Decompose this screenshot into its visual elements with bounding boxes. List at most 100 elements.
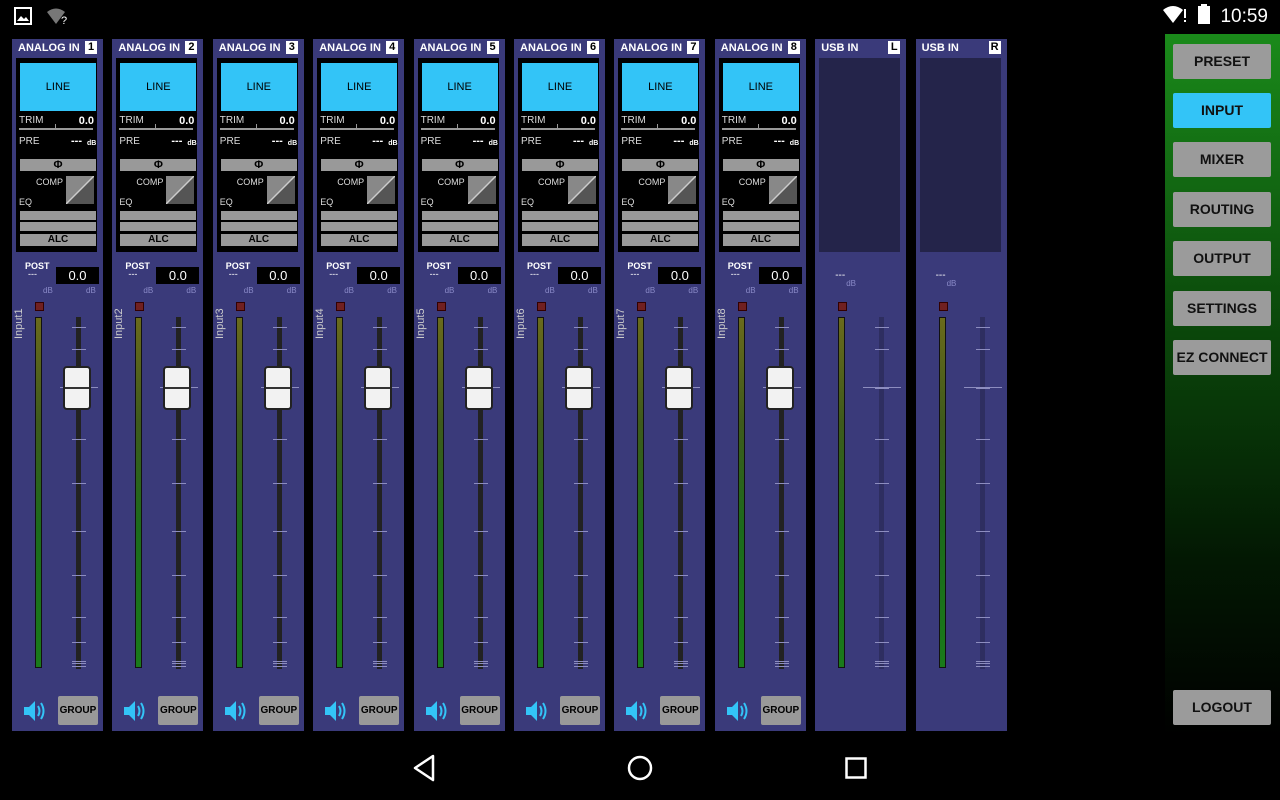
comp-graph[interactable] [668, 176, 697, 204]
post-fader-value[interactable]: 0.0 [357, 267, 401, 284]
ez-connect-button[interactable]: EZ CONNECT [1173, 340, 1271, 375]
trim-value[interactable]: 0.0 [480, 115, 495, 127]
eq-bar[interactable] [20, 211, 96, 220]
speaker-icon[interactable] [624, 698, 650, 724]
trim-value[interactable]: 0.0 [380, 115, 395, 127]
logout-button[interactable]: LOGOUT [1173, 690, 1271, 725]
line-input-button[interactable]: LINE [120, 63, 197, 111]
fader-knob[interactable] [464, 366, 493, 410]
fader-knob[interactable] [665, 366, 694, 410]
line-input-button[interactable]: LINE [321, 63, 398, 111]
fader-knob[interactable] [163, 366, 192, 410]
mixer-button[interactable]: MIXER [1173, 142, 1271, 177]
line-input-button[interactable]: LINE [220, 63, 297, 111]
alc-button[interactable]: ALC [421, 234, 498, 246]
back-icon[interactable] [412, 754, 436, 787]
phase-button[interactable]: Φ [120, 159, 197, 171]
home-icon[interactable] [627, 755, 653, 786]
line-input-button[interactable]: LINE [421, 63, 498, 111]
eq-bar[interactable] [321, 211, 398, 220]
routing-button[interactable]: ROUTING [1173, 192, 1271, 227]
eq-bar[interactable] [220, 222, 297, 231]
eq-bar[interactable] [522, 222, 598, 231]
alc-button[interactable]: ALC [722, 234, 799, 246]
comp-graph[interactable] [568, 176, 596, 204]
eq-bar[interactable] [622, 211, 699, 220]
post-fader-value[interactable]: 0.0 [658, 267, 702, 284]
post-fader-value[interactable]: 0.0 [558, 267, 601, 284]
input-button[interactable]: INPUT [1173, 93, 1271, 128]
line-input-button[interactable]: LINE [20, 63, 96, 111]
group-button[interactable]: GROUP [760, 696, 801, 725]
comp-graph[interactable] [768, 176, 797, 204]
phase-button[interactable]: Φ [622, 159, 699, 171]
trim-slider[interactable] [521, 128, 595, 130]
group-button[interactable]: GROUP [359, 696, 400, 725]
speaker-icon[interactable] [122, 698, 148, 724]
fader-knob[interactable] [63, 366, 91, 410]
eq-bar[interactable] [722, 211, 799, 220]
fader-knob[interactable] [765, 366, 794, 410]
post-fader-value[interactable]: 0.0 [256, 267, 300, 284]
post-fader-value[interactable]: 0.0 [758, 267, 802, 284]
preset-button[interactable]: PRESET [1173, 44, 1271, 79]
trim-slider[interactable] [119, 128, 194, 130]
speaker-icon[interactable] [22, 698, 48, 724]
line-input-button[interactable]: LINE [722, 63, 799, 111]
group-button[interactable]: GROUP [258, 696, 299, 725]
alc-button[interactable]: ALC [120, 234, 197, 246]
phase-button[interactable]: Φ [522, 159, 598, 171]
eq-bar[interactable] [220, 211, 297, 220]
speaker-icon[interactable] [524, 698, 550, 724]
speaker-icon[interactable] [323, 698, 349, 724]
eq-bar[interactable] [20, 222, 96, 231]
alc-button[interactable]: ALC [321, 234, 398, 246]
alc-button[interactable]: ALC [20, 234, 96, 246]
fader-knob[interactable] [263, 366, 292, 410]
recents-icon[interactable] [845, 757, 867, 784]
trim-slider[interactable] [621, 128, 696, 130]
fader-knob[interactable] [565, 366, 593, 410]
phase-button[interactable]: Φ [421, 159, 498, 171]
trim-value[interactable]: 0.0 [280, 115, 295, 127]
eq-bar[interactable] [421, 211, 498, 220]
eq-bar[interactable] [120, 222, 197, 231]
comp-graph[interactable] [467, 176, 496, 204]
trim-slider[interactable] [320, 128, 395, 130]
speaker-icon[interactable] [725, 698, 751, 724]
group-button[interactable]: GROUP [158, 696, 199, 725]
group-button[interactable]: GROUP [58, 696, 98, 725]
line-input-button[interactable]: LINE [522, 63, 598, 111]
eq-bar[interactable] [522, 211, 598, 220]
group-button[interactable]: GROUP [459, 696, 500, 725]
phase-button[interactable]: Φ [321, 159, 398, 171]
group-button[interactable]: GROUP [660, 696, 701, 725]
settings-button[interactable]: SETTINGS [1173, 291, 1271, 326]
trim-value[interactable]: 0.0 [79, 115, 94, 127]
phase-button[interactable]: Φ [722, 159, 799, 171]
trim-slider[interactable] [420, 128, 495, 130]
trim-slider[interactable] [219, 128, 294, 130]
post-fader-value[interactable]: 0.0 [156, 267, 200, 284]
comp-graph[interactable] [166, 176, 195, 204]
output-button[interactable]: OUTPUT [1173, 241, 1271, 276]
trim-value[interactable]: 0.0 [179, 115, 194, 127]
group-button[interactable]: GROUP [560, 696, 600, 725]
trim-slider[interactable] [721, 128, 796, 130]
speaker-icon[interactable] [424, 698, 450, 724]
alc-button[interactable]: ALC [220, 234, 297, 246]
line-input-button[interactable]: LINE [622, 63, 699, 111]
comp-graph[interactable] [367, 176, 396, 204]
phase-button[interactable]: Φ [20, 159, 96, 171]
post-fader-value[interactable]: 0.0 [457, 267, 501, 284]
trim-value[interactable]: 0.0 [681, 115, 696, 127]
eq-bar[interactable] [421, 222, 498, 231]
phase-button[interactable]: Φ [220, 159, 297, 171]
fader-knob[interactable] [364, 366, 393, 410]
speaker-icon[interactable] [223, 698, 249, 724]
comp-graph[interactable] [266, 176, 295, 204]
trim-value[interactable]: 0.0 [581, 115, 596, 127]
eq-bar[interactable] [622, 222, 699, 231]
trim-value[interactable]: 0.0 [782, 115, 797, 127]
eq-bar[interactable] [722, 222, 799, 231]
